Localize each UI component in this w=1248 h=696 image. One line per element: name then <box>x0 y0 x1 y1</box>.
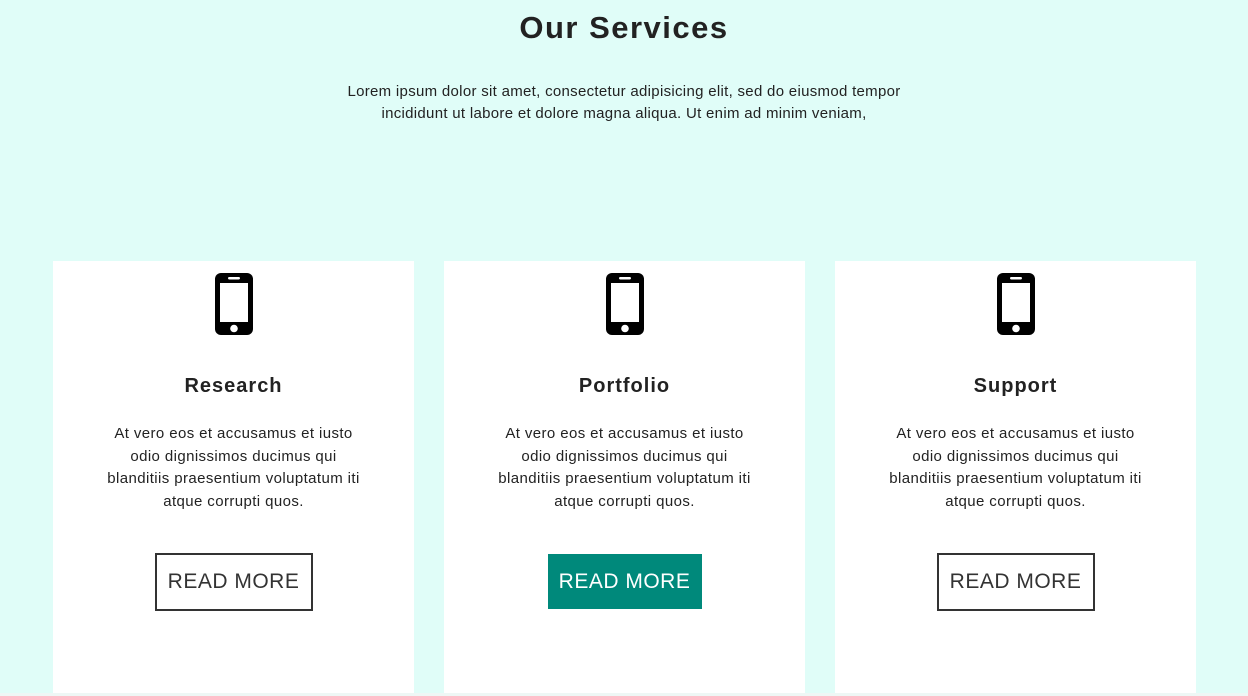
service-title: Portfolio <box>578 375 671 397</box>
smartphone-icon <box>605 273 644 335</box>
service-card-support: Support At vero eos et accusamus et iust… <box>835 261 1196 693</box>
smartphone-icon <box>996 273 1035 335</box>
read-more-button-support[interactable]: READ MORE <box>936 553 1095 611</box>
section-title: Our Services <box>519 10 729 45</box>
service-title: Support <box>973 375 1058 397</box>
service-description: At vero eos et accusamus et iusto odio d… <box>498 425 751 510</box>
smartphone-icon <box>214 273 253 335</box>
service-card-research: Research At vero eos et accusamus et ius… <box>53 261 414 693</box>
service-description: At vero eos et accusamus et iusto odio d… <box>107 425 360 510</box>
service-description: At vero eos et accusamus et iusto odio d… <box>889 425 1142 510</box>
service-card-portfolio: Portfolio At vero eos et accusamus et iu… <box>444 261 805 693</box>
section-intro: Lorem ipsum dolor sit amet, consectetur … <box>347 83 901 122</box>
service-title: Research <box>184 375 283 397</box>
read-more-button-portfolio[interactable]: READ MORE <box>547 554 702 609</box>
read-more-button-research[interactable]: READ MORE <box>154 553 313 611</box>
services-list: Research At vero eos et accusamus et ius… <box>0 261 1248 693</box>
